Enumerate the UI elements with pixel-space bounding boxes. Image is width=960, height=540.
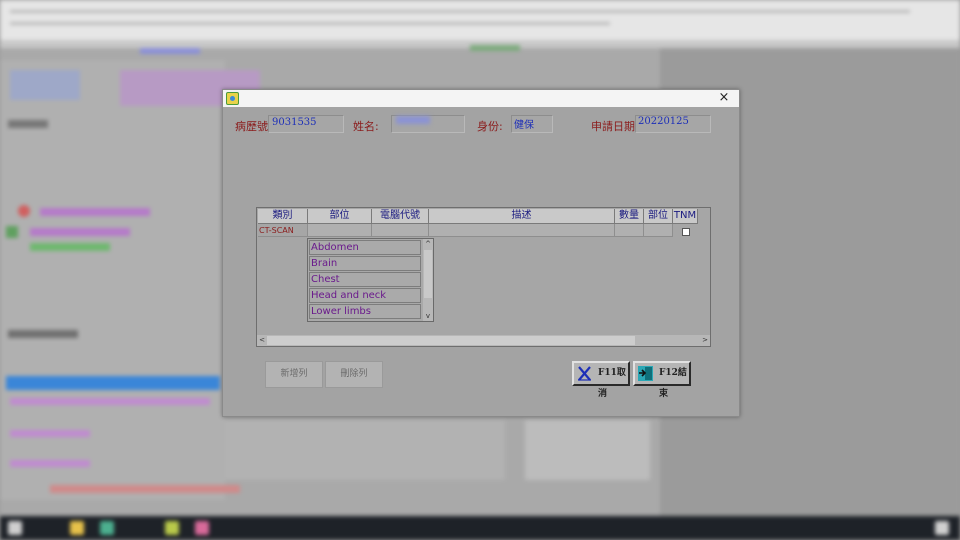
identity-value: 健保 (514, 120, 534, 131)
dropdown-scroll-thumb[interactable] (424, 250, 432, 298)
cell-computer-code[interactable] (372, 224, 429, 237)
cancel-icon (578, 366, 591, 381)
taskbar (0, 516, 960, 540)
cell-category[interactable]: CT-SCAN (258, 224, 308, 237)
app-icon (226, 92, 239, 105)
background-menu-area (0, 0, 960, 40)
header-category[interactable]: 類別 (258, 209, 308, 224)
exit-door-icon (638, 366, 653, 381)
apply-date-value: 20220125 (638, 116, 689, 127)
tnm-checkbox[interactable] (682, 228, 690, 236)
name-value-redacted (396, 116, 430, 124)
horizontal-scrollbar[interactable]: < > (257, 335, 710, 346)
list-item[interactable]: Abdomen (309, 240, 421, 255)
order-dialog: × 病歷號: 9031535 姓名: 身份: 健保 申請日期: 20220125… (222, 89, 740, 417)
finish-button-label: F12結束 (659, 368, 687, 399)
header-quantity[interactable]: 數量 (615, 209, 644, 224)
chart-number-value: 9031535 (272, 117, 317, 128)
cell-quantity[interactable] (615, 224, 644, 237)
scroll-down-icon[interactable]: v (423, 311, 433, 321)
chart-number-label: 病歷號: (235, 120, 272, 133)
dropdown-scrollbar[interactable]: ^ v (423, 239, 433, 321)
finish-button[interactable]: F12結束 (633, 361, 691, 399)
dialog-titlebar: × (223, 90, 739, 107)
delete-row-button[interactable]: 刪除列 (325, 361, 383, 388)
cancel-button[interactable]: F11取消 (572, 361, 630, 399)
horizontal-scroll-thumb[interactable] (267, 336, 635, 345)
cancel-button-label: F11取消 (598, 368, 626, 399)
scroll-up-icon[interactable]: ^ (423, 239, 433, 249)
cell-description[interactable] (429, 224, 615, 237)
list-item[interactable]: Chest (309, 272, 421, 287)
header-computer-code[interactable]: 電腦代號 (372, 209, 429, 224)
name-label: 姓名: (353, 120, 379, 133)
list-item[interactable]: Lower limbs (309, 304, 421, 319)
list-item[interactable]: Head and neck (309, 288, 421, 303)
scroll-right-icon[interactable]: > (700, 335, 710, 345)
close-button[interactable]: × (717, 90, 731, 106)
add-row-button[interactable]: 新增列 (265, 361, 323, 388)
identity-label: 身份: (477, 120, 503, 133)
header-description[interactable]: 描述 (429, 209, 615, 224)
list-item[interactable]: Brain (309, 256, 421, 271)
cell-site[interactable] (308, 224, 372, 237)
header-site[interactable]: 部位 (308, 209, 372, 224)
scroll-left-icon[interactable]: < (257, 335, 267, 345)
apply-date-label: 申請日期: (591, 120, 639, 133)
header-site-2[interactable]: 部位 (644, 209, 673, 224)
cell-site-2[interactable] (644, 224, 673, 237)
site-dropdown-list[interactable]: Abdomen Brain Chest Head and neck Lower … (307, 238, 434, 322)
header-tnm[interactable]: TNM (673, 209, 698, 224)
